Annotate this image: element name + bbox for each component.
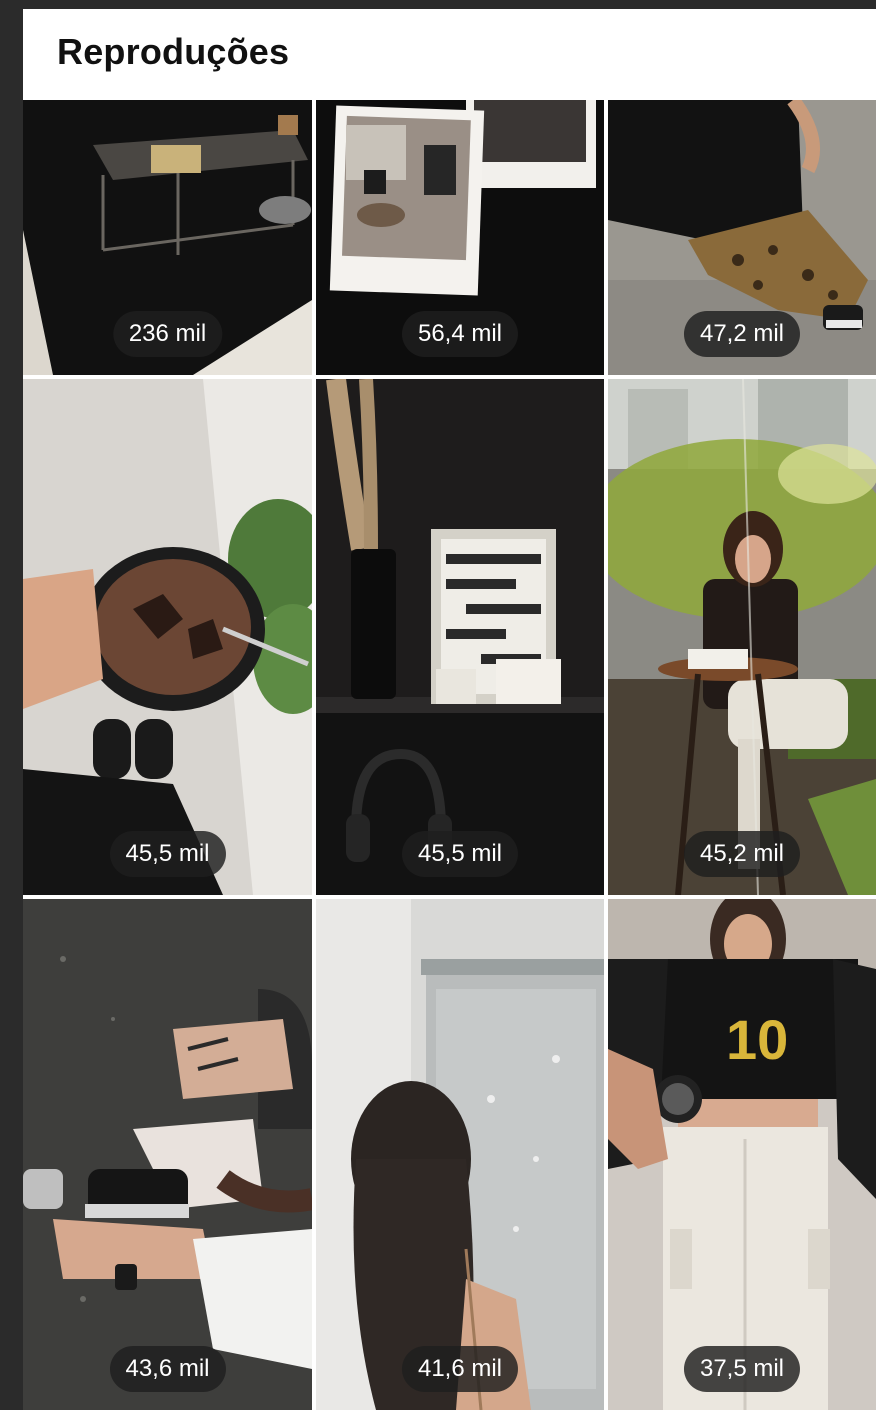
play-count-badge: 37,5 mil [683, 1346, 801, 1392]
reels-grid: 236 mil 56,4 mil 47,2 mil 45,5 mil 45,5 … [23, 100, 876, 1410]
reel-tile-9[interactable]: 10 37,5 mil [608, 899, 876, 1410]
reel-tile-7[interactable]: 43,6 mil [23, 899, 312, 1410]
reel-tile-6[interactable]: 45,2 mil [608, 379, 876, 895]
play-count-badge: 56,4 mil [401, 311, 519, 357]
play-count-badge: 47,2 mil [683, 311, 801, 357]
sneakers-sitting-thumbnail [23, 899, 312, 1410]
reel-tile-1[interactable]: 236 mil [23, 100, 312, 375]
chocolate-bowl-thumbnail [23, 379, 312, 895]
reel-tile-2[interactable]: 56,4 mil [316, 100, 604, 375]
svg-text:10: 10 [726, 1008, 788, 1071]
reel-tile-8[interactable]: 41,6 mil [316, 899, 604, 1410]
play-count-badge: 45,2 mil [683, 831, 801, 877]
play-count-badge: 41,6 mil [401, 1346, 519, 1392]
shower-hair-thumbnail [316, 899, 604, 1410]
play-count-badge: 45,5 mil [109, 831, 226, 877]
cafe-woman-reading-thumbnail [608, 379, 876, 895]
play-count-badge: 236 mil [112, 311, 223, 357]
play-count-badge: 45,5 mil [401, 831, 519, 877]
plays-panel: Reproduções 236 mil 56,4 mil 47,2 mil 45… [23, 9, 876, 1410]
brazil-jersey-outfit-thumbnail: 10 [608, 899, 876, 1410]
reel-tile-3[interactable]: 47,2 mil [608, 100, 876, 375]
page-title: Reproduções [57, 31, 290, 72]
reel-tile-5[interactable]: 45,5 mil [316, 379, 604, 895]
play-count-badge: 43,6 mil [109, 1346, 226, 1392]
reel-tile-4[interactable]: 45,5 mil [23, 379, 312, 895]
shelf-decor-headphones-thumbnail [316, 379, 604, 895]
panel-header: Reproduções [23, 9, 876, 100]
screenshot-frame: Reproduções 236 mil 56,4 mil 47,2 mil 45… [0, 0, 876, 1410]
